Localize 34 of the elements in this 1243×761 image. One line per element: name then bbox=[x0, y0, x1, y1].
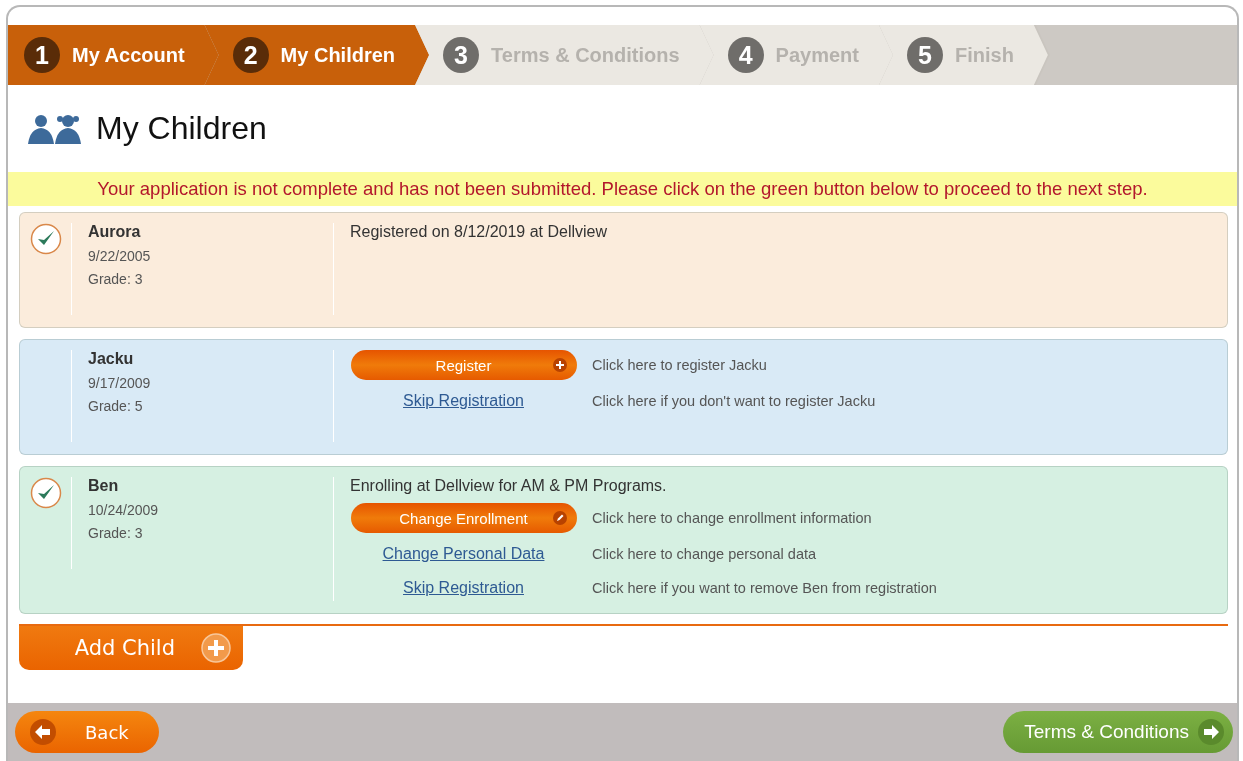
birth-date: 10/24/2009 bbox=[88, 502, 160, 518]
action-description: Click here if you want to remove Ben from registration bbox=[592, 580, 938, 596]
birth-date: 9/22/2005 bbox=[88, 248, 152, 264]
back-button[interactable]: Back bbox=[15, 711, 159, 753]
pencil-icon bbox=[552, 511, 567, 525]
status-text: Enrolling at Dellview for AM & PM Programs. bbox=[350, 477, 668, 495]
action-description: Click here if you don't want to register Jacku bbox=[592, 393, 877, 409]
add-child-button[interactable]: Add Child bbox=[19, 626, 243, 670]
action-link[interactable]: Skip Registration bbox=[403, 579, 524, 597]
action-button[interactable]: Register bbox=[350, 350, 577, 380]
grade-label: Grade: 3 bbox=[88, 271, 144, 287]
child-name: Jacku bbox=[88, 350, 135, 368]
page-title: My Children bbox=[96, 110, 267, 147]
arrow-left-icon bbox=[29, 718, 57, 746]
action-description: Click here to register Jacku bbox=[592, 357, 768, 373]
arrow-right-icon bbox=[1197, 718, 1225, 746]
alert-message: Your application is not complete and has not been submitted. Please click on the green button below to proceed to the next step. bbox=[8, 172, 1237, 206]
action-description: Click here to change enrollment information bbox=[592, 510, 873, 526]
children-icon bbox=[28, 113, 82, 144]
action-link[interactable]: Skip Registration bbox=[403, 392, 524, 410]
wizard-step[interactable]: 2 My Children bbox=[204, 25, 430, 85]
wizard-step[interactable]: 1 My Account bbox=[8, 25, 219, 85]
action-link[interactable]: Change Personal Data bbox=[382, 545, 545, 563]
birth-date: 9/17/2009 bbox=[88, 375, 152, 391]
action-description: Click here to change personal data bbox=[592, 546, 818, 562]
action-button[interactable]: Change Enrollment bbox=[350, 503, 577, 533]
grade-label: Grade: 3 bbox=[88, 525, 144, 541]
next-button[interactable]: Terms & Conditions bbox=[1003, 711, 1233, 753]
status-text: Registered on 8/12/2019 at Dellview bbox=[350, 223, 609, 241]
plus-icon bbox=[201, 633, 231, 663]
child-name: Aurora bbox=[88, 223, 142, 241]
plus-icon bbox=[552, 358, 567, 372]
grade-label: Grade: 5 bbox=[88, 398, 144, 414]
child-name: Ben bbox=[88, 477, 120, 495]
